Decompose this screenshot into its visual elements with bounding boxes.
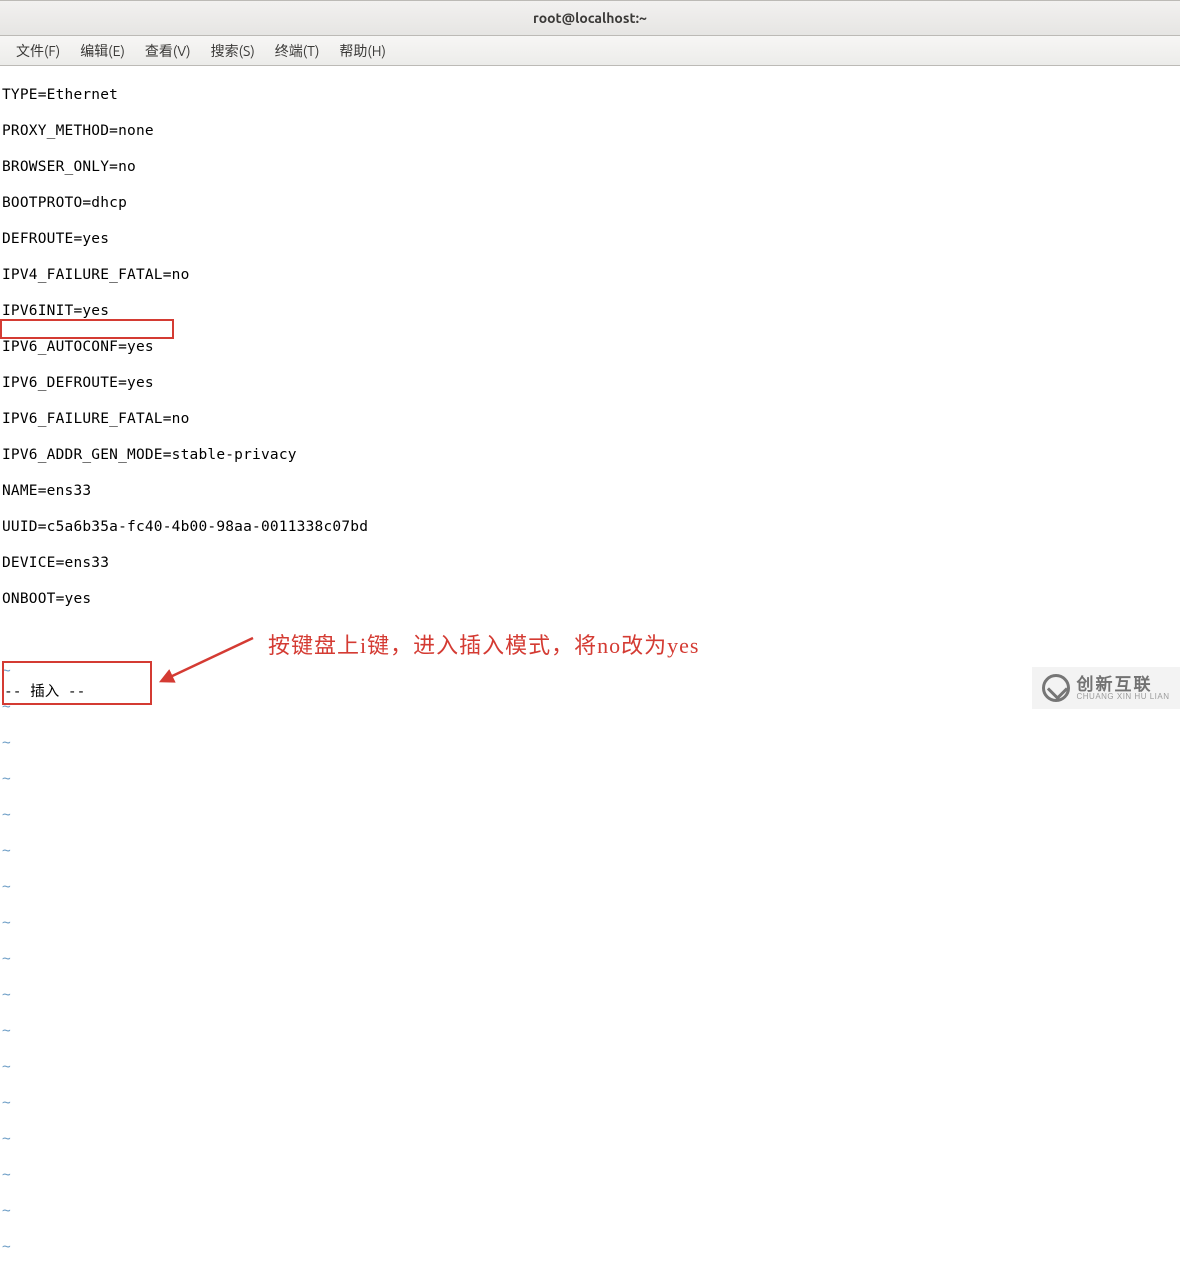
vim-tilde: ~ xyxy=(2,842,1178,860)
vim-tilde: ~ xyxy=(2,662,1178,680)
window-titlebar: root@localhost:~ xyxy=(0,0,1180,36)
watermark-en: CHUANG XIN HU LIAN xyxy=(1076,693,1169,701)
config-line: UUID=c5a6b35a-fc40-4b00-98aa-0011338c07b… xyxy=(2,518,1178,536)
watermark: 创新互联 CHUANG XIN HU LIAN xyxy=(1032,667,1180,709)
annotation-text: 按键盘上i键，进入插入模式，将no改为yes xyxy=(268,628,699,660)
config-line: IPV6_DEFROUTE=yes xyxy=(2,374,1178,392)
vim-tilde: ~ xyxy=(2,734,1178,752)
vim-tilde: ~ xyxy=(2,1130,1178,1148)
config-line: PROXY_METHOD=none xyxy=(2,122,1178,140)
menu-help[interactable]: 帮助(H) xyxy=(329,37,396,65)
vim-tilde: ~ xyxy=(2,1166,1178,1184)
vim-tilde: ~ xyxy=(2,878,1178,896)
config-line: BOOTPROTO=dhcp xyxy=(2,194,1178,212)
menu-terminal[interactable]: 终端(T) xyxy=(265,37,330,65)
menu-view[interactable]: 查看(V) xyxy=(135,37,201,65)
config-line: IPV6_FAILURE_FATAL=no xyxy=(2,410,1178,428)
vim-tilde: ~ xyxy=(2,806,1178,824)
vim-tilde: ~ xyxy=(2,914,1178,932)
vim-tilde: ~ xyxy=(2,1238,1178,1256)
menubar: 文件(F) 编辑(E) 查看(V) 搜索(S) 终端(T) 帮助(H) xyxy=(0,36,1180,66)
vim-tilde: ~ xyxy=(2,698,1178,716)
config-line: TYPE=Ethernet xyxy=(2,86,1178,104)
menu-edit[interactable]: 编辑(E) xyxy=(70,37,135,65)
config-line: IPV6_ADDR_GEN_MODE=stable-privacy xyxy=(2,446,1178,464)
vim-status-insert: -- 插入 -- xyxy=(4,680,85,701)
menu-search[interactable]: 搜索(S) xyxy=(201,37,265,65)
config-line-onboot: ONBOOT=yes xyxy=(2,590,1178,608)
config-line: IPV6INIT=yes xyxy=(2,302,1178,320)
vim-tilde: ~ xyxy=(2,1094,1178,1112)
config-line: IPV6_AUTOCONF=yes xyxy=(2,338,1178,356)
vim-tilde: ~ xyxy=(2,1202,1178,1220)
config-line: DEVICE=ens33 xyxy=(2,554,1178,572)
vim-tilde: ~ xyxy=(2,770,1178,788)
config-line: BROWSER_ONLY=no xyxy=(2,158,1178,176)
config-line: IPV4_FAILURE_FATAL=no xyxy=(2,266,1178,284)
vim-tilde: ~ xyxy=(2,1022,1178,1040)
watermark-logo-icon xyxy=(1042,674,1070,702)
vim-tilde: ~ xyxy=(2,1058,1178,1076)
menu-file[interactable]: 文件(F) xyxy=(6,37,70,65)
vim-tilde: ~ xyxy=(2,950,1178,968)
watermark-cn: 创新互联 xyxy=(1076,676,1169,693)
config-line: NAME=ens33 xyxy=(2,482,1178,500)
window-title: root@localhost:~ xyxy=(533,10,647,26)
config-line: DEFROUTE=yes xyxy=(2,230,1178,248)
terminal-content[interactable]: TYPE=Ethernet PROXY_METHOD=none BROWSER_… xyxy=(0,66,1180,1276)
vim-tilde: ~ xyxy=(2,986,1178,1004)
